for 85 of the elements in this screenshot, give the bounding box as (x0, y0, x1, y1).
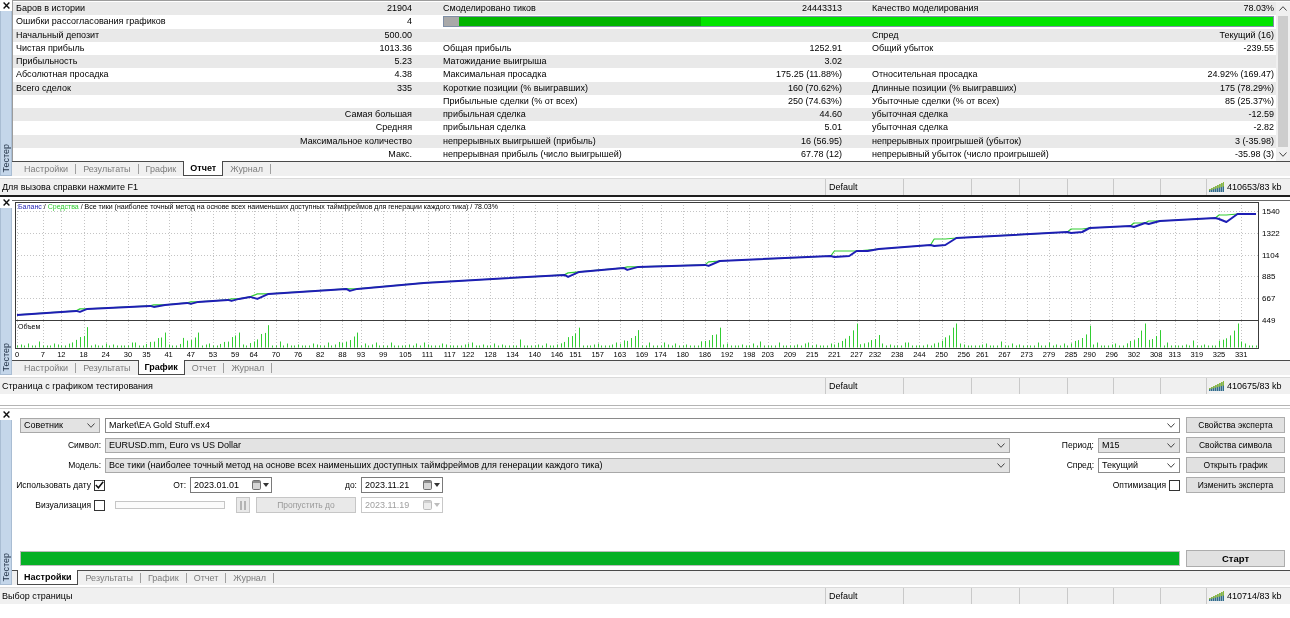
metric-label: Всего сделок (16, 82, 72, 94)
status-text: Для вызова справки нажмите F1 (2, 182, 139, 192)
metric-value: 21904 (385, 3, 412, 15)
metric-label: Спред (872, 29, 900, 41)
metric-label: Абсолютная просадка (16, 69, 110, 81)
metric-value: 5.01 (823, 122, 842, 134)
metric-label: Начальный депозит (16, 29, 101, 41)
axis-label: 1540 (1262, 207, 1280, 216)
field-label: до: (343, 480, 357, 490)
metric-value: -2.82 (1252, 122, 1274, 134)
metric-label: Чистая прибыль (16, 42, 86, 54)
status-text: Страница с графиком тестирования (2, 381, 153, 391)
status-text: Default (829, 182, 858, 192)
axis-label: 1322 (1262, 228, 1280, 238)
field-label: Спред: (1066, 460, 1094, 470)
metric-value: 175.25 (11.88%) (775, 69, 842, 81)
metric-label: Относительная просадка (872, 69, 979, 81)
metric-label: Общая прибыль (443, 42, 513, 54)
field-label: Символ: (68, 440, 101, 450)
metric-label: прибыльная сделка (443, 109, 527, 121)
metric-value: 85 (25.37%) (1223, 95, 1274, 107)
metric-label: Максимальное количество (299, 135, 412, 147)
status-text: Default (829, 381, 858, 391)
metric-label: Смоделировано тиков (443, 3, 537, 15)
metric-label: Общий убыток (872, 42, 935, 54)
metric-label: Качество моделирования (872, 3, 980, 15)
axis-label: 1104 (1262, 250, 1280, 260)
panel-title: Тестер (1, 144, 11, 173)
metric-label: убыточная сделка (872, 122, 949, 134)
metric-value: 335 (395, 82, 412, 94)
metric-value: 4.38 (393, 69, 412, 81)
metric-value: 78.03% (1242, 3, 1274, 15)
metric-label: Ошибки рассогласования графиков (16, 16, 167, 28)
metric-label: Прибыльность (16, 56, 79, 68)
metric-label: Матожидание выигрыша (443, 56, 548, 68)
field-label: Использовать дату (16, 480, 91, 490)
metric-label: непрерывных выигрышей (прибыль) (443, 135, 597, 147)
metric-value: -35.98 (3) (1233, 148, 1274, 160)
metric-value: 175 (78.29%) (1218, 82, 1274, 94)
panel-title: Тестер (1, 553, 11, 582)
axis-label: 885 (1262, 272, 1276, 282)
field-label: Период: (1061, 440, 1094, 450)
metric-label: Прибыльные сделки (% от всех) (443, 95, 579, 107)
metric-label: прибыльная сделка (443, 122, 527, 134)
metric-label: Самая большая (343, 109, 412, 121)
metric-value: 500.00 (383, 29, 412, 41)
metric-label: Средняя (374, 122, 412, 134)
metric-value: 3.02 (823, 56, 842, 68)
status-text: 410675/83 kb (1227, 381, 1282, 391)
axis-label: 449 (1262, 316, 1276, 325)
metric-label: убыточная сделка (872, 109, 949, 121)
status-text: Default (829, 591, 858, 601)
metric-value: 24.92% (169.47) (1206, 69, 1274, 81)
status-text: 410714/83 kb (1227, 591, 1282, 601)
metric-value: 1013.36 (378, 42, 412, 54)
metric-label: Убыточные сделки (% от всех) (872, 95, 1001, 107)
metric-value: 160 (70.62%) (786, 82, 842, 94)
metric-label: непрерывная прибыль (число выигрышей) (443, 148, 623, 160)
metric-value: 250 (74.63%) (786, 95, 842, 107)
metric-value: 4 (406, 16, 412, 28)
metric-value: 67.78 (12) (799, 148, 842, 160)
field-label: Оптимизация (1112, 480, 1166, 490)
status-text: 410653/83 kb (1227, 182, 1282, 192)
panel-title: Тестер (1, 343, 11, 372)
status-text: Выбор страницы (2, 591, 73, 601)
metric-label: Баров в истории (16, 3, 87, 15)
metric-label: Максимальная просадка (443, 69, 548, 81)
field-label: Визуализация (35, 500, 91, 510)
metric-label: непрерывных проигрышей (убыток) (872, 135, 1023, 147)
metric-value: -12.59 (1247, 109, 1274, 121)
metric-label: Макс. (387, 148, 412, 160)
metric-value: 44.60 (818, 109, 842, 121)
field-label: От: (172, 480, 186, 490)
field-label: Модель: (68, 460, 101, 470)
axis-label: 667 (1262, 294, 1276, 304)
metric-value: 3 (-35.98) (1233, 135, 1274, 147)
metric-value: 1252.91 (808, 42, 842, 54)
metric-value: 16 (56.95) (799, 135, 842, 147)
metric-value: -239.55 (1242, 42, 1274, 54)
metric-label: Короткие позиции (% выигравших) (443, 82, 589, 94)
metric-value: 5.23 (393, 56, 412, 68)
metric-label: Длинные позиции (% выигравших) (872, 82, 1018, 94)
metric-label: непрерывный убыток (число проигрышей) (872, 148, 1050, 160)
metric-value: 24443313 (800, 3, 842, 15)
metric-value: Текущий (16) (1218, 29, 1274, 41)
